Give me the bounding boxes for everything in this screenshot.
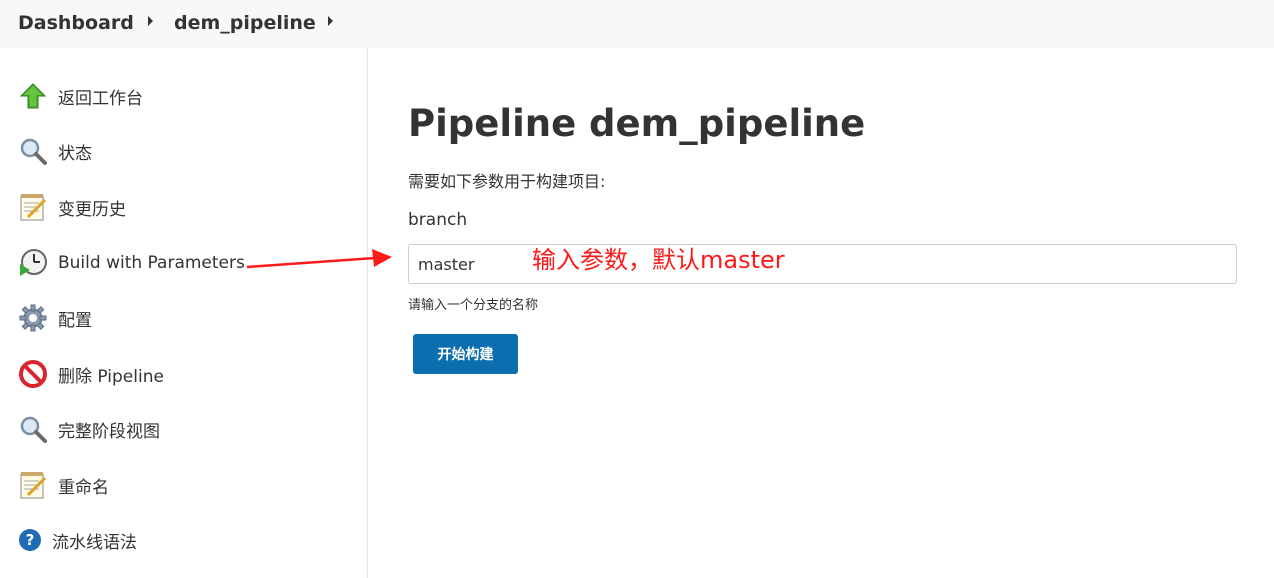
sidebar-item-label: 完整阶段视图 <box>58 421 160 442</box>
annotation-text: 输入参数，默认master <box>532 246 785 274</box>
breadcrumb: Dashboard dem_pipeline <box>0 0 1274 48</box>
sidebar-item-label: 重命名 <box>58 477 109 498</box>
gear-icon <box>18 303 48 333</box>
help-icon: ? <box>18 528 42 552</box>
sidebar-item-label: Build with Parameters <box>58 253 245 273</box>
sidebar-item-status[interactable]: 状态 <box>18 135 92 167</box>
parameter-name-label: branch <box>408 210 468 230</box>
no-entry-icon <box>18 359 48 389</box>
sidebar-item-label: 变更历史 <box>58 199 126 220</box>
magnifier-icon <box>18 136 48 166</box>
sidebar-item-label: 流水线语法 <box>52 532 137 553</box>
magnifier-icon <box>18 414 48 444</box>
breadcrumb-dashboard[interactable]: Dashboard <box>18 12 134 34</box>
sidebar-item-label: 配置 <box>58 310 92 331</box>
notepad-icon <box>18 470 48 500</box>
sidebar-item-back-to-dashboard[interactable]: 返回工作台 <box>18 80 143 112</box>
page-title: Pipeline dem_pipeline <box>408 102 866 145</box>
sidebar-item-label: 返回工作台 <box>58 88 143 109</box>
sidebar-item-delete-pipeline[interactable]: 删除 Pipeline <box>18 358 164 390</box>
sidebar-item-changes[interactable]: 变更历史 <box>18 191 126 223</box>
sidebar-item-pipeline-syntax[interactable]: ? 流水线语法 <box>18 524 137 556</box>
parameters-description: 需要如下参数用于构建项目: <box>408 172 606 191</box>
sidebar-item-label: 状态 <box>58 143 92 164</box>
breadcrumb-dem-pipeline[interactable]: dem_pipeline <box>174 12 316 34</box>
build-button[interactable]: 开始构建 <box>413 334 518 374</box>
notepad-icon <box>18 192 48 222</box>
sidebar-item-build-with-parameters[interactable]: Build with Parameters <box>18 247 245 279</box>
annotation-arrow-icon <box>246 249 392 269</box>
sidebar-item-rename[interactable]: 重命名 <box>18 469 109 501</box>
svg-text:?: ? <box>26 531 35 549</box>
clock-play-icon <box>18 248 48 278</box>
breadcrumb-separator-icon[interactable] <box>328 16 333 26</box>
breadcrumb-separator-icon[interactable] <box>148 16 153 26</box>
sidebar-item-full-stage-view[interactable]: 完整阶段视图 <box>18 413 160 445</box>
parameter-help-text: 请输入一个分支的名称 <box>408 298 539 313</box>
sidebar: 返回工作台 状态 变更历史 Build with Parameters 配置 删… <box>0 48 368 578</box>
sidebar-item-label: 删除 Pipeline <box>58 366 164 387</box>
up-arrow-icon <box>18 81 48 111</box>
sidebar-item-configure[interactable]: 配置 <box>18 302 92 334</box>
